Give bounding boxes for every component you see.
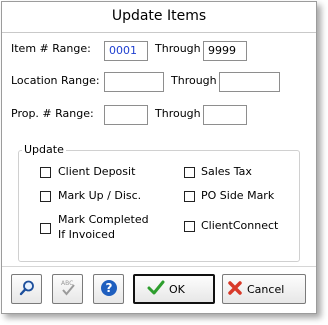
po-side-mark-label: PO Side Mark [201,189,275,202]
mark-up-disc-label: Mark Up / Disc. [58,189,142,202]
prop-range-label: Prop. # Range: [11,107,94,120]
cancel-button-label: Cancel [247,282,285,296]
title-divider [2,32,316,33]
mark-up-disc-checkbox[interactable] [40,191,51,202]
prop-through-label: Through [155,107,201,120]
client-deposit-checkbox[interactable] [40,167,51,178]
client-connect-label: ClientConnect [201,219,279,232]
checkmark-icon [147,280,165,299]
button-bar-divider [2,266,316,267]
prop-range-to-input[interactable] [203,105,247,125]
item-range-from-input[interactable]: 0001 [104,41,148,61]
sales-tax-label: Sales Tax [201,165,252,178]
sales-tax-checkbox[interactable] [184,167,195,178]
location-range-from-input[interactable] [104,72,164,92]
po-side-mark-checkbox[interactable] [184,191,195,202]
spell-check-icon: ABC [58,278,78,301]
cancel-x-icon [227,280,243,299]
client-deposit-label: Client Deposit [58,165,136,178]
mark-completed-checkbox[interactable] [40,223,51,234]
help-button[interactable]: ? [93,274,124,304]
mark-completed-label-line2: If Invoiced [58,228,115,241]
location-range-to-input[interactable] [219,72,280,92]
ok-button[interactable]: OK [133,274,215,304]
spell-badge-text: ABC [61,280,73,287]
mark-completed-label-line1: Mark Completed [58,213,149,226]
item-through-label: Through [155,42,201,55]
ok-button-label: OK [169,282,185,296]
search-button[interactable] [11,274,42,304]
cancel-button[interactable]: Cancel [222,274,306,304]
item-range-label: Item # Range: [11,42,91,55]
location-through-label: Through [171,74,217,87]
update-items-dialog: Update Items Item # Range: 0001 Through … [1,1,317,314]
client-connect-checkbox[interactable] [184,221,195,232]
location-range-label: Location Range: [11,74,100,87]
magnifier-icon [18,279,36,300]
spell-check-button[interactable]: ABC [52,274,83,304]
item-range-to-input[interactable]: 9999 [203,41,247,61]
prop-range-from-input[interactable] [104,105,148,125]
help-glyph: ? [105,281,112,295]
dialog-title: Update Items [111,8,207,24]
update-group-label: Update [22,143,66,156]
help-icon: ? [100,279,118,300]
